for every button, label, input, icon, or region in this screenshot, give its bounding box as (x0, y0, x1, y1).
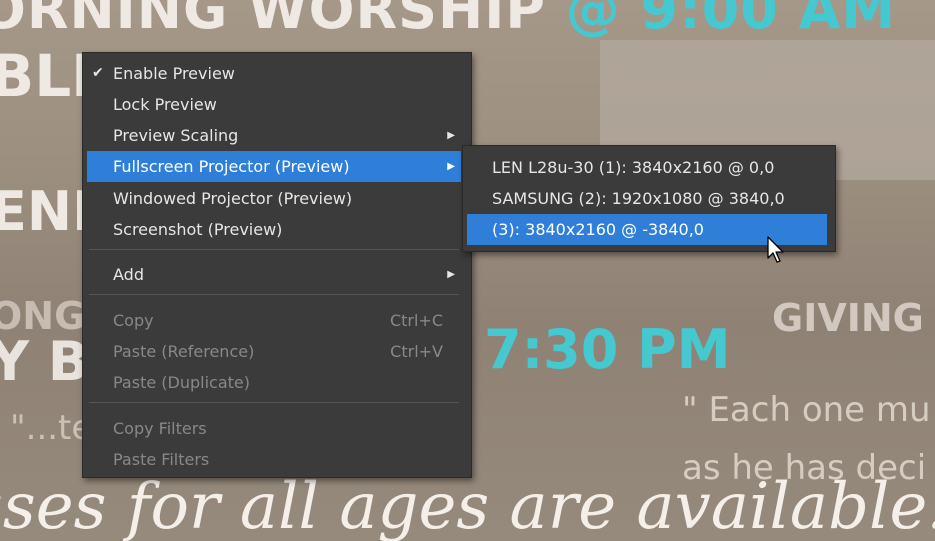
menu-item-label: Screenshot (Preview) (113, 220, 283, 239)
submenu-item-label: SAMSUNG (2): 1920x1080 @ 3840,0 (492, 189, 785, 208)
menu-item-lock-preview[interactable]: Lock Preview (87, 89, 461, 120)
menu-item-label: Windowed Projector (Preview) (113, 189, 353, 208)
submenu-arrow-icon: ▶ (447, 269, 455, 280)
background-title: ORNING WORSHIP @ 9:00 AM (0, 0, 896, 41)
menu-separator (89, 294, 459, 295)
menu-item-copy[interactable]: Copy Ctrl+C (87, 305, 461, 336)
background-quote-right-1: " Each one mu (682, 390, 931, 430)
menu-item-paste-filters[interactable]: Paste Filters (87, 444, 461, 475)
menu-item-copy-filters[interactable]: Copy Filters (87, 413, 461, 444)
menu-item-label: Enable Preview (113, 64, 235, 83)
submenu-item-label: LEN L28u-30 (1): 3840x2160 @ 0,0 (492, 158, 775, 177)
submenu-arrow-icon: ▶ (447, 161, 455, 172)
menu-separator (89, 402, 459, 403)
menu-separator (89, 249, 459, 250)
menu-item-windowed-projector[interactable]: Windowed Projector (Preview) (87, 183, 461, 214)
submenu-item-label: (3): 3840x2160 @ -3840,0 (492, 220, 704, 239)
context-menu: ✔ Enable Preview Lock Preview Preview Sc… (82, 52, 472, 478)
submenu-arrow-icon: ▶ (447, 130, 455, 141)
menu-item-label: Add (113, 265, 144, 284)
submenu-item-monitor-2[interactable]: SAMSUNG (2): 1920x1080 @ 3840,0 (467, 183, 827, 214)
menu-item-shortcut: Ctrl+C (389, 311, 443, 330)
menu-item-label: Lock Preview (113, 95, 217, 114)
menu-item-screenshot[interactable]: Screenshot (Preview) (87, 214, 461, 245)
background-time: 7:30 PM (484, 318, 731, 381)
menu-item-label: Paste Filters (113, 450, 210, 469)
menu-item-label: Copy (113, 311, 154, 330)
background-faint-line2: Y B (0, 330, 90, 393)
background-line3: ENI (0, 180, 93, 243)
background-giving: GIVING (772, 296, 924, 340)
menu-item-label: Paste (Reference) (113, 342, 255, 361)
menu-item-label: Preview Scaling (113, 126, 239, 145)
menu-item-preview-scaling[interactable]: Preview Scaling ▶ (87, 120, 461, 151)
menu-item-label: Paste (Duplicate) (113, 373, 250, 392)
checkmark-icon: ✔ (92, 65, 104, 81)
menu-item-shortcut: Ctrl+V (390, 342, 443, 361)
menu-item-label: Fullscreen Projector (Preview) (113, 157, 350, 176)
menu-item-paste-reference[interactable]: Paste (Reference) Ctrl+V (87, 336, 461, 367)
mouse-pointer-icon (767, 236, 784, 263)
background-title-text: ORNING WORSHIP (0, 0, 566, 41)
menu-item-enable-preview[interactable]: ✔ Enable Preview (87, 58, 461, 89)
background-title-time: @ 9:00 AM (565, 0, 897, 41)
menu-item-label: Copy Filters (113, 419, 207, 438)
menu-item-paste-duplicate[interactable]: Paste (Duplicate) (87, 367, 461, 398)
background-script-text: sses for all ages are available! (0, 470, 935, 541)
menu-item-fullscreen-projector[interactable]: Fullscreen Projector (Preview) ▶ (87, 151, 461, 182)
menu-item-add[interactable]: Add ▶ (87, 259, 461, 290)
submenu-item-monitor-1[interactable]: LEN L28u-30 (1): 3840x2160 @ 0,0 (467, 152, 827, 183)
